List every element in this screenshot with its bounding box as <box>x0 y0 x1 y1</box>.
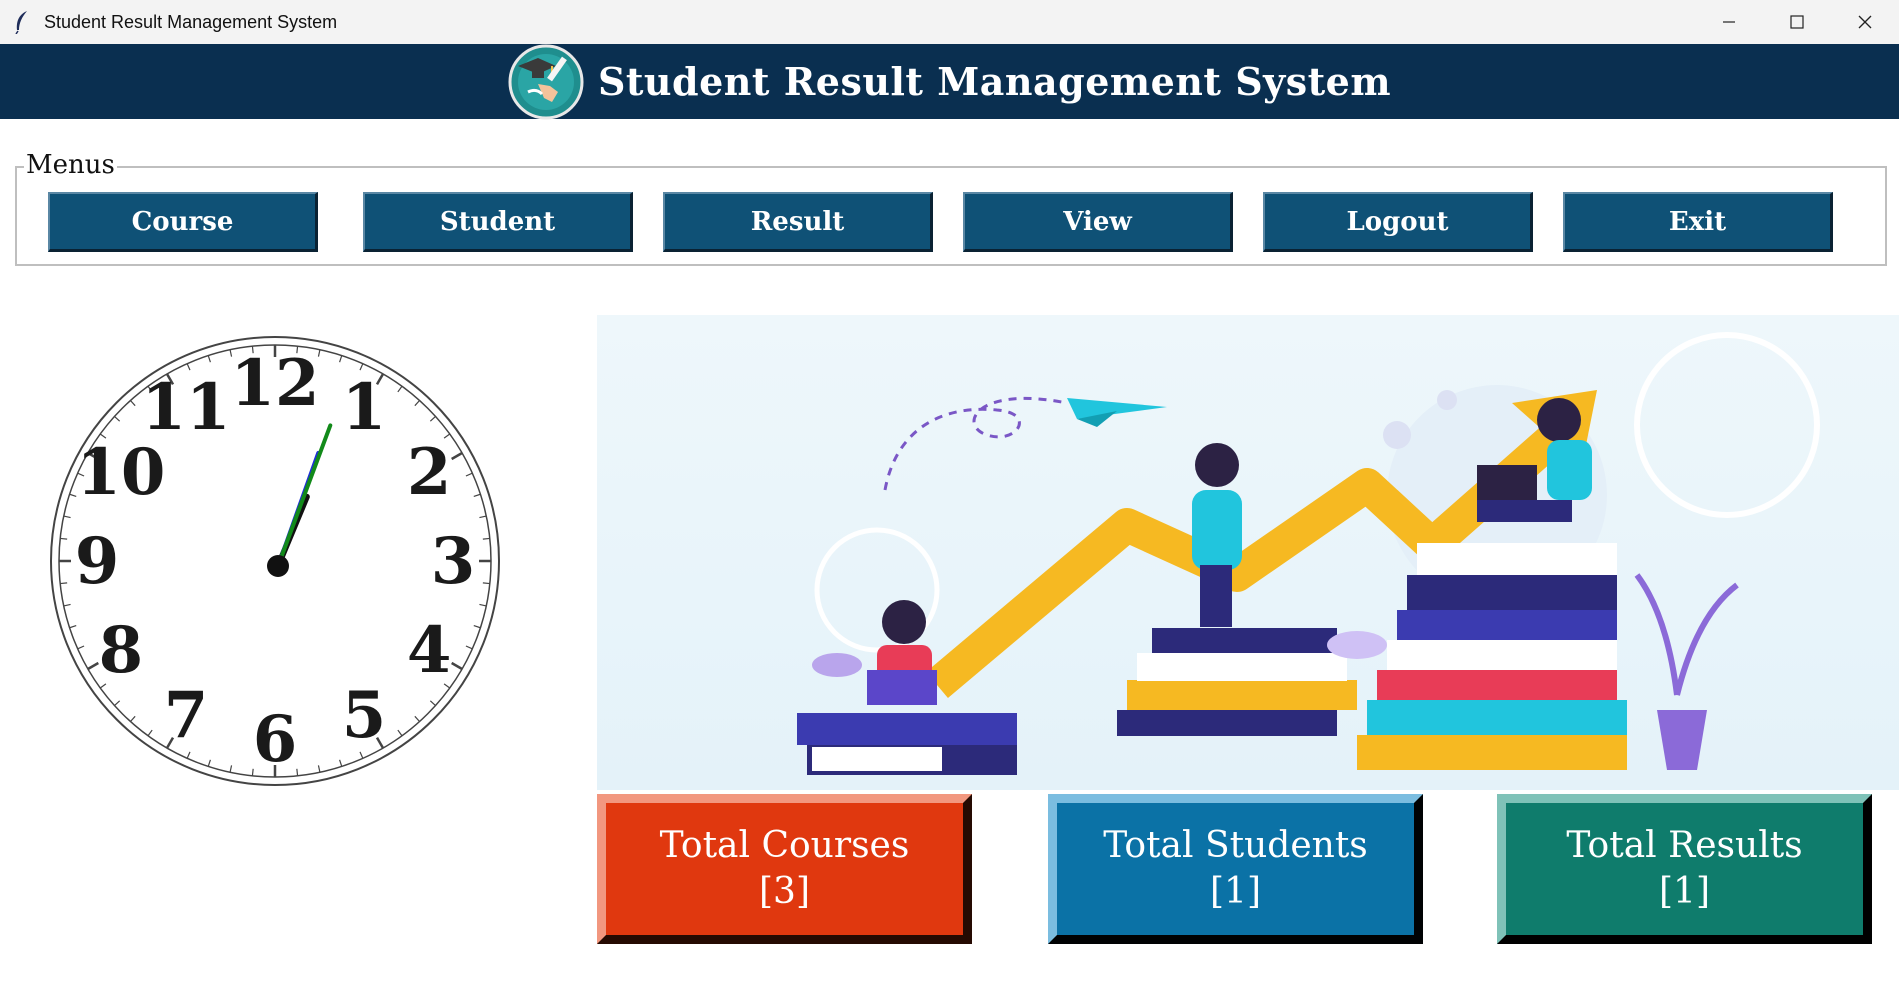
course-button[interactable]: Course <box>48 192 318 252</box>
total-results-label: Total Results <box>1566 825 1803 866</box>
total-students-label: Total Students <box>1103 825 1368 866</box>
minimize-button[interactable] <box>1695 0 1763 44</box>
total-courses-card: Total Courses [3] <box>597 794 972 944</box>
clock-numeral: 7 <box>164 678 209 753</box>
maximize-icon <box>1790 15 1804 29</box>
clock-numeral: 1 <box>342 370 387 445</box>
total-results-card: Total Results [1] <box>1497 794 1872 944</box>
clock-tick <box>482 537 490 540</box>
total-students-value: [1] <box>1210 871 1261 912</box>
window-controls <box>1695 0 1899 44</box>
window-title: Student Result Management System <box>44 11 338 32</box>
growth-illustration <box>597 315 1899 790</box>
total-results-value: [1] <box>1659 871 1710 912</box>
total-students-card: Total Students [1] <box>1048 794 1423 944</box>
total-courses-value: [3] <box>759 871 810 912</box>
graduation-logo-icon <box>508 44 584 119</box>
clock-tick <box>60 537 68 540</box>
clock-tick <box>60 582 68 585</box>
analog-clock: 12 12 3 45678 9 1011 <box>50 336 500 786</box>
result-button[interactable]: Result <box>663 192 933 252</box>
view-button[interactable]: View <box>963 192 1233 252</box>
clock-tick <box>482 582 490 585</box>
clock-center-pin <box>267 555 289 577</box>
clock-numeral: 12 <box>230 346 319 421</box>
feather-icon <box>15 11 27 34</box>
clock-numeral: 2 <box>407 435 452 510</box>
total-courses-label: Total Courses <box>659 825 910 866</box>
close-button[interactable] <box>1831 0 1899 44</box>
close-icon <box>1858 15 1872 29</box>
clock-numeral: 5 <box>342 678 387 753</box>
clock-numeral: 11 <box>141 370 230 445</box>
clock-numeral: 3 <box>431 524 476 599</box>
maximize-button[interactable] <box>1763 0 1831 44</box>
clock-numeral: 9 <box>75 524 120 599</box>
clock-numeral: 6 <box>253 702 298 777</box>
minimize-icon <box>1723 21 1735 23</box>
page-title: Student Result Management System <box>597 59 1392 104</box>
logout-button[interactable]: Logout <box>1263 192 1533 252</box>
clock-numeral: 8 <box>99 613 144 688</box>
menu-legend: Menus <box>24 150 117 180</box>
student-button[interactable]: Student <box>363 192 633 252</box>
clock-numeral: 4 <box>407 613 452 688</box>
app-header: Student Result Management System <box>0 44 1899 119</box>
clock-numeral: 10 <box>76 435 165 510</box>
window-titlebar: Student Result Management System <box>0 0 1899 44</box>
exit-button[interactable]: Exit <box>1563 192 1833 252</box>
